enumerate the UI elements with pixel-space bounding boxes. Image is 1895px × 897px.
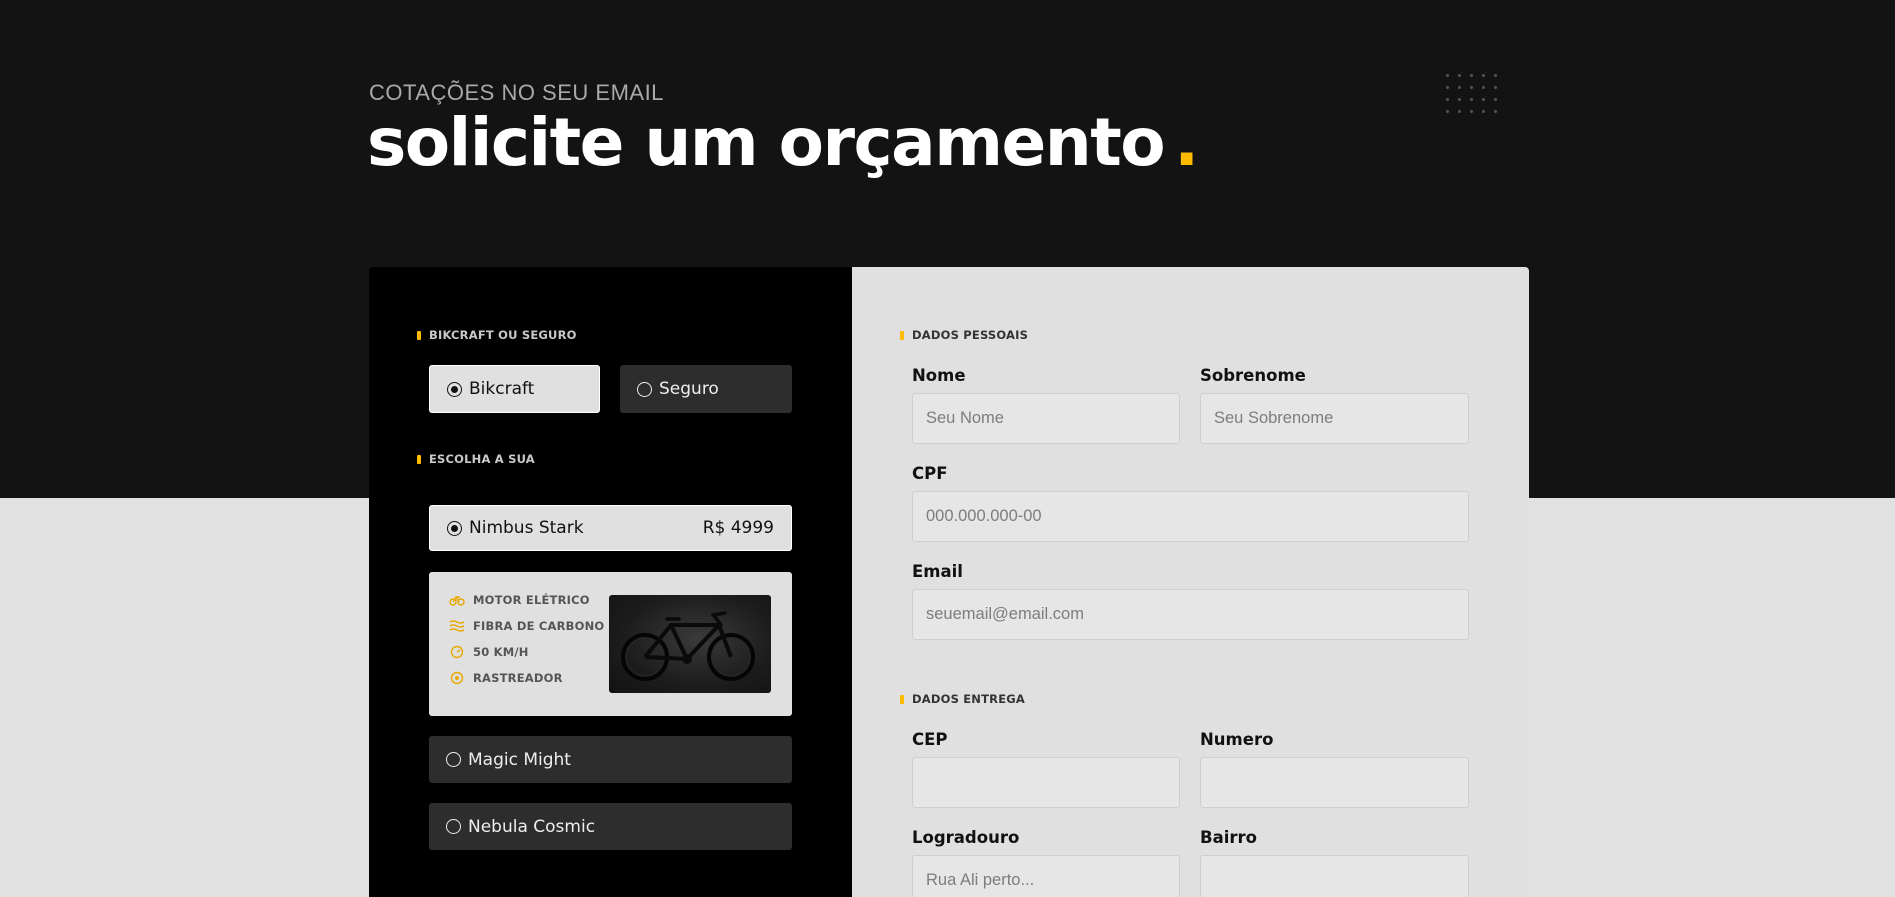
page-subtitle: COTAÇÕES NO SEU EMAIL (369, 80, 664, 105)
feature-label: FIBRA DE CARBONO (473, 619, 605, 633)
speedometer-icon (449, 644, 465, 660)
page-title: solicite um orçamento. (367, 110, 1199, 176)
numero-label: Numero (1200, 730, 1274, 749)
radio-empty-icon (446, 819, 461, 834)
bike-details-card: MOTOR ELÉTRICO FIBRA DE CARBONO 50 KM/H … (429, 572, 792, 716)
bike-name: Nimbus Stark (469, 518, 584, 538)
bike-name: Magic Might (468, 749, 571, 770)
feature-item: 50 KM/H (449, 644, 529, 660)
cep-input[interactable] (912, 757, 1180, 808)
logradouro-input[interactable] (912, 855, 1180, 897)
bairro-input[interactable] (1200, 855, 1469, 897)
product-selection-panel: BIKCRAFT OU SEGURO Bikcraft Seguro ESCOL… (369, 267, 852, 897)
radio-empty-icon (446, 752, 461, 767)
decorative-dots (1446, 74, 1497, 113)
email-input[interactable] (912, 589, 1469, 640)
tracker-icon (449, 670, 465, 686)
feature-item: MOTOR ELÉTRICO (449, 592, 590, 608)
option-bikcraft[interactable]: Bikcraft (429, 365, 600, 413)
feature-label: MOTOR ELÉTRICO (473, 593, 590, 607)
section-label-delivery: DADOS ENTREGA (900, 692, 1025, 706)
nome-input[interactable] (912, 393, 1180, 444)
bike-name: Nebula Cosmic (468, 816, 596, 837)
logradouro-label: Logradouro (912, 828, 1020, 847)
option-bike-nebula-cosmic[interactable]: Nebula Cosmic (429, 803, 792, 850)
bike-motor-icon (449, 592, 465, 608)
option-bike-magic-might[interactable]: Magic Might (429, 736, 792, 783)
cpf-label: CPF (912, 464, 948, 483)
bairro-label: Bairro (1200, 828, 1257, 847)
feature-item: FIBRA DE CARBONO (449, 618, 604, 634)
feature-label: RASTREADOR (473, 671, 563, 685)
sobrenome-input[interactable] (1200, 393, 1469, 444)
option-seguro[interactable]: Seguro (620, 365, 792, 413)
feature-label: 50 KM/H (473, 645, 529, 659)
email-label: Email (912, 562, 963, 581)
feature-item: RASTREADOR (449, 670, 563, 686)
radio-selected-icon (447, 520, 462, 536)
customer-form-panel: DADOS PESSOAIS Nome Sobrenome CPF Email … (852, 267, 1529, 897)
numero-input[interactable] (1200, 757, 1469, 808)
page-title-text: solicite um orçamento (367, 104, 1166, 181)
carbon-fiber-icon (449, 618, 465, 634)
bike-price: R$ 4999 (702, 518, 774, 538)
option-bike-nimbus-stark[interactable]: Nimbus Stark R$ 4999 (429, 505, 792, 551)
cep-label: CEP (912, 730, 948, 749)
nome-label: Nome (912, 366, 966, 385)
bike-photo (609, 595, 771, 693)
section-label-choose: ESCOLHA A SUA (417, 452, 535, 466)
option-label: Seguro (659, 379, 719, 399)
section-label-type: BIKCRAFT OU SEGURO (417, 328, 577, 342)
sobrenome-label: Sobrenome (1200, 366, 1306, 385)
radio-empty-icon (637, 381, 652, 397)
option-label: Bikcraft (469, 379, 535, 399)
title-accent-dot: . (1174, 104, 1199, 181)
section-label-personal: DADOS PESSOAIS (900, 328, 1028, 342)
cpf-input[interactable] (912, 491, 1469, 542)
radio-selected-icon (447, 381, 462, 397)
